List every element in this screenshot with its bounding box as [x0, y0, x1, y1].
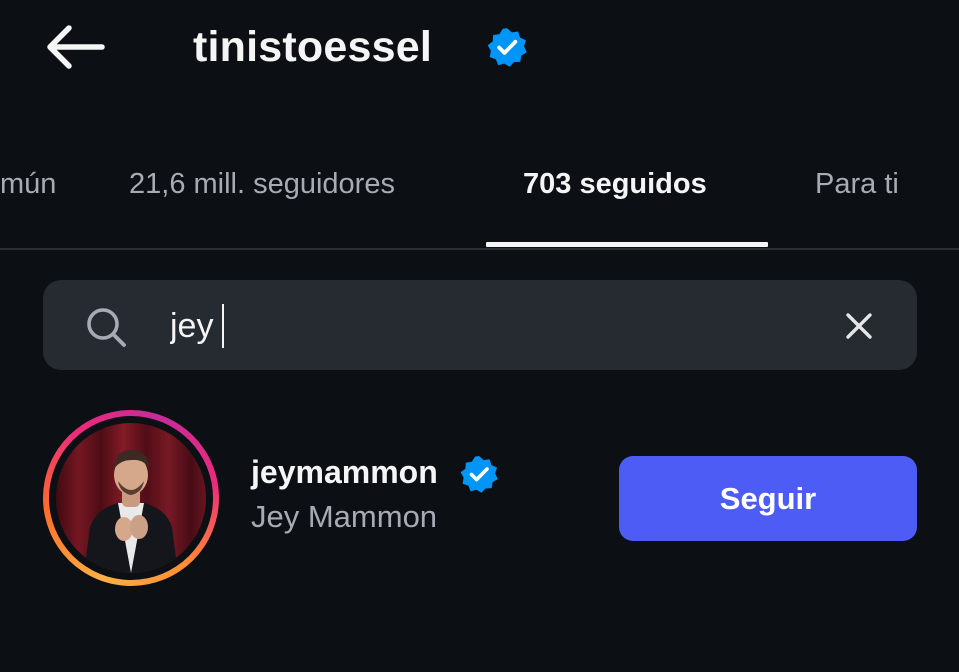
close-icon[interactable] — [838, 305, 880, 347]
verified-badge-icon — [460, 456, 498, 493]
arrow-left-icon — [47, 25, 105, 69]
back-button[interactable] — [38, 18, 110, 76]
tab-following[interactable]: 703 seguidos — [523, 164, 707, 204]
tab-for-you[interactable]: Para ti — [815, 164, 899, 204]
tab-followers[interactable]: 21,6 mill. seguidores — [129, 164, 395, 204]
follow-button[interactable]: Seguir — [619, 456, 917, 541]
active-tab-indicator — [486, 242, 768, 247]
result-full-name: Jey Mammon — [251, 499, 438, 534]
avatar[interactable] — [56, 423, 206, 573]
profile-username-title: tinistoessel — [193, 23, 432, 71]
verified-badge-icon — [487, 28, 527, 67]
top-bar: tinistoessel — [0, 0, 959, 100]
search-icon — [87, 308, 126, 347]
search-input[interactable] — [170, 301, 790, 351]
follow-tabs: mún 21,6 mill. seguidores 703 seguidos P… — [0, 150, 959, 250]
tab-mutual[interactable]: mún — [0, 164, 56, 204]
text-cursor — [222, 304, 224, 348]
result-username[interactable]: jeymammon — [251, 452, 438, 492]
